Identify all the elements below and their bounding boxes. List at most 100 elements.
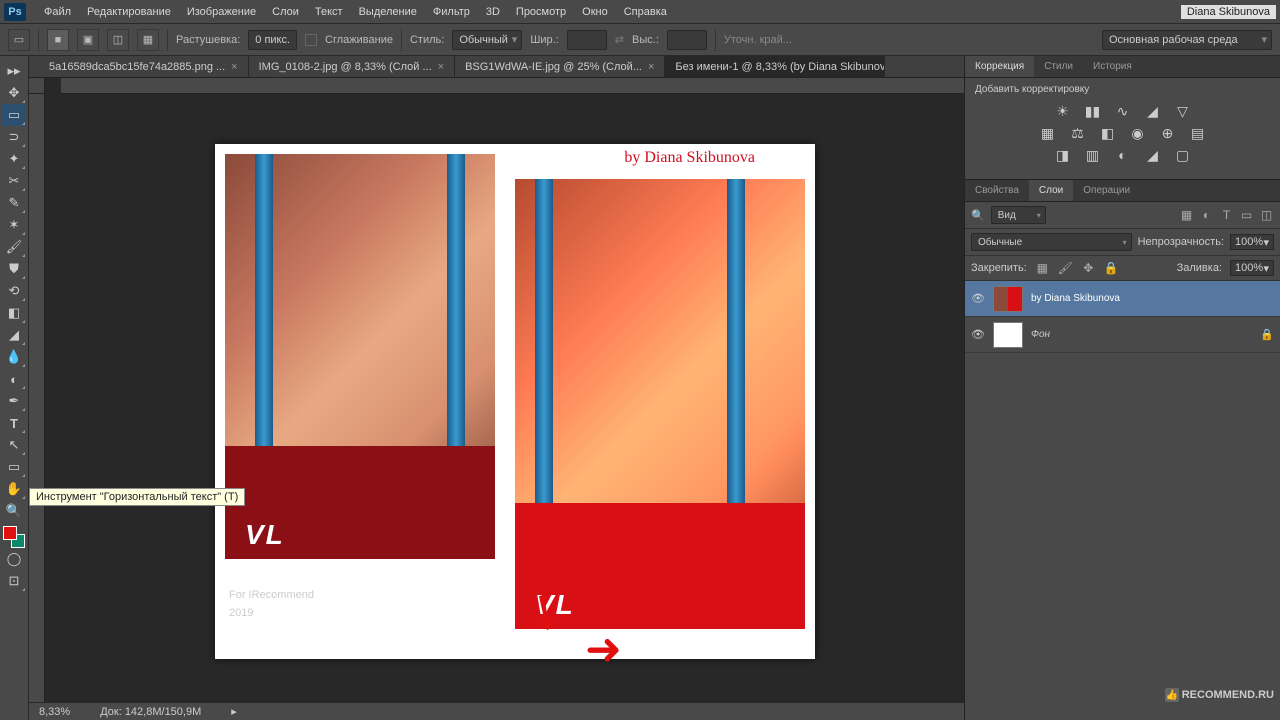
ruler-vertical[interactable]	[29, 94, 45, 702]
screenmode-tool[interactable]: ⊡	[2, 570, 26, 592]
gradient-tool[interactable]: ◢	[2, 324, 26, 346]
shape-tool[interactable]: ▭	[2, 456, 26, 478]
layer-name[interactable]: Фон	[1031, 329, 1050, 340]
type-tool[interactable]: T	[2, 412, 26, 434]
hand-tool[interactable]: ✋	[2, 478, 26, 500]
menu-layers[interactable]: Слои	[264, 1, 307, 23]
levels-icon[interactable]: ▮▮	[1083, 103, 1103, 119]
tab-layers[interactable]: Слои	[1029, 180, 1073, 201]
fill-input[interactable]: 100%▾	[1230, 260, 1274, 276]
search-icon[interactable]: 🔍	[971, 209, 985, 222]
close-icon[interactable]: ×	[231, 61, 237, 73]
refine-edge-button[interactable]: Уточн. край...	[724, 34, 792, 46]
posterize-icon[interactable]: ▥	[1083, 147, 1103, 163]
status-arrow-icon[interactable]: ▸	[231, 705, 237, 718]
tab-properties[interactable]: Свойства	[965, 180, 1029, 201]
photo-filter-icon[interactable]: ◉	[1128, 125, 1148, 141]
tab-history[interactable]: История	[1083, 56, 1142, 77]
visibility-icon[interactable]: 👁	[971, 328, 985, 341]
filter-adj-icon[interactable]: ◐	[1199, 208, 1214, 223]
ruler-horizontal[interactable]	[61, 78, 964, 94]
pen-tool[interactable]: ✒	[2, 390, 26, 412]
balance-icon[interactable]: ⚖	[1068, 125, 1088, 141]
vibrance-icon[interactable]: ▽	[1173, 103, 1193, 119]
lookup-icon[interactable]: ▤	[1188, 125, 1208, 141]
filter-pixel-icon[interactable]: ▦	[1179, 208, 1194, 223]
zoom-level[interactable]: 8,33%	[39, 706, 70, 718]
tab-styles[interactable]: Стили	[1034, 56, 1083, 77]
eyedropper-tool[interactable]: ✎	[2, 192, 26, 214]
tab-corrections[interactable]: Коррекция	[965, 56, 1034, 77]
swap-dims-icon[interactable]: ⇄	[615, 33, 624, 46]
doc-size[interactable]: Док: 142,8M/150,9M	[100, 706, 201, 718]
feather-input[interactable]: 0 пикс.	[248, 30, 297, 50]
visibility-icon[interactable]: 👁	[971, 292, 985, 305]
bw-icon[interactable]: ◧	[1098, 125, 1118, 141]
menu-select[interactable]: Выделение	[351, 1, 425, 23]
blend-mode-select[interactable]: Обычные	[971, 233, 1132, 251]
ruler-origin[interactable]	[29, 78, 45, 94]
layer-item[interactable]: 👁 Фон 🔒	[965, 317, 1280, 353]
lock-trans-icon[interactable]: ▦	[1035, 261, 1050, 276]
layer-thumbnail[interactable]	[993, 322, 1023, 348]
marquee-tool[interactable]: ▭	[2, 104, 26, 126]
doc-tab-1[interactable]: IMG_0108-2.jpg @ 8,33% (Слой ...×	[249, 56, 455, 77]
dodge-tool[interactable]: ◐	[2, 368, 26, 390]
doc-tab-3[interactable]: Без имени-1 @ 8,33% (by Diana Skibunova,…	[665, 56, 885, 77]
layer-item[interactable]: 👁 by Diana Skibunova	[965, 281, 1280, 317]
brush-tool[interactable]: 🖌	[2, 236, 26, 258]
crop-tool[interactable]: ✂	[2, 170, 26, 192]
lock-pos-icon[interactable]: ✥	[1081, 261, 1096, 276]
threshold-icon[interactable]: ◐	[1113, 147, 1133, 163]
curves-icon[interactable]: ∿	[1113, 103, 1133, 119]
eraser-tool[interactable]: ◧	[2, 302, 26, 324]
menu-edit[interactable]: Редактирование	[79, 1, 179, 23]
mixer-icon[interactable]: ⊕	[1158, 125, 1178, 141]
close-icon[interactable]: ×	[648, 61, 654, 73]
menu-help[interactable]: Справка	[616, 1, 675, 23]
lasso-tool[interactable]: ⊃	[2, 126, 26, 148]
path-tool[interactable]: ↖	[2, 434, 26, 456]
sel-intersect-icon[interactable]: ▦	[137, 29, 159, 51]
menu-window[interactable]: Окно	[574, 1, 616, 23]
heal-tool[interactable]: ✶	[2, 214, 26, 236]
wand-tool[interactable]: ✦	[2, 148, 26, 170]
menu-text[interactable]: Текст	[307, 1, 351, 23]
antialias-checkbox[interactable]	[305, 34, 317, 46]
style-select[interactable]: Обычный	[452, 30, 522, 50]
zoom-tool[interactable]: 🔍	[2, 500, 26, 522]
menu-3d[interactable]: 3D	[478, 1, 508, 23]
layer-thumbnail[interactable]	[993, 286, 1023, 312]
color-swatches[interactable]	[3, 526, 25, 548]
fg-color[interactable]	[3, 526, 17, 540]
menu-filter[interactable]: Фильтр	[425, 1, 478, 23]
sel-new-icon[interactable]: ■	[47, 29, 69, 51]
hue-icon[interactable]: ▦	[1038, 125, 1058, 141]
doc-tab-2[interactable]: BSG1WdWA-IE.jpg @ 25% (Слой...×	[455, 56, 665, 77]
opacity-input[interactable]: 100%▾	[1230, 234, 1274, 250]
history-brush-tool[interactable]: ⟲	[2, 280, 26, 302]
gradient-map-icon[interactable]: ◢	[1143, 147, 1163, 163]
sel-add-icon[interactable]: ▣	[77, 29, 99, 51]
sel-sub-icon[interactable]: ◫	[107, 29, 129, 51]
workspace-select[interactable]: Основная рабочая среда	[1102, 30, 1272, 50]
tool-handle[interactable]: ▸▸	[2, 60, 26, 82]
brightness-icon[interactable]: ☀	[1053, 103, 1073, 119]
marquee-icon[interactable]: ▭	[8, 29, 30, 51]
doc-tab-0[interactable]: 5a16589dca5bc15fe74a2885.png ...×	[39, 56, 249, 77]
menu-file[interactable]: Файл	[36, 1, 79, 23]
close-icon[interactable]: ×	[438, 61, 444, 73]
quickmask-tool[interactable]: ◯	[2, 548, 26, 570]
layer-name[interactable]: by Diana Skibunova	[1031, 293, 1120, 304]
canvas[interactable]: VL VL by Diana Skibunova For IRecommend2…	[45, 94, 964, 702]
stamp-tool[interactable]: ⛊	[2, 258, 26, 280]
lock-all-icon[interactable]: 🔒	[1104, 261, 1119, 276]
invert-icon[interactable]: ◨	[1053, 147, 1073, 163]
menu-image[interactable]: Изображение	[179, 1, 264, 23]
filter-shape-icon[interactable]: ▭	[1239, 208, 1254, 223]
tab-actions[interactable]: Операции	[1073, 180, 1140, 201]
menu-view[interactable]: Просмотр	[508, 1, 574, 23]
exposure-icon[interactable]: ◢	[1143, 103, 1163, 119]
move-tool[interactable]: ✥	[2, 82, 26, 104]
selective-icon[interactable]: ▢	[1173, 147, 1193, 163]
